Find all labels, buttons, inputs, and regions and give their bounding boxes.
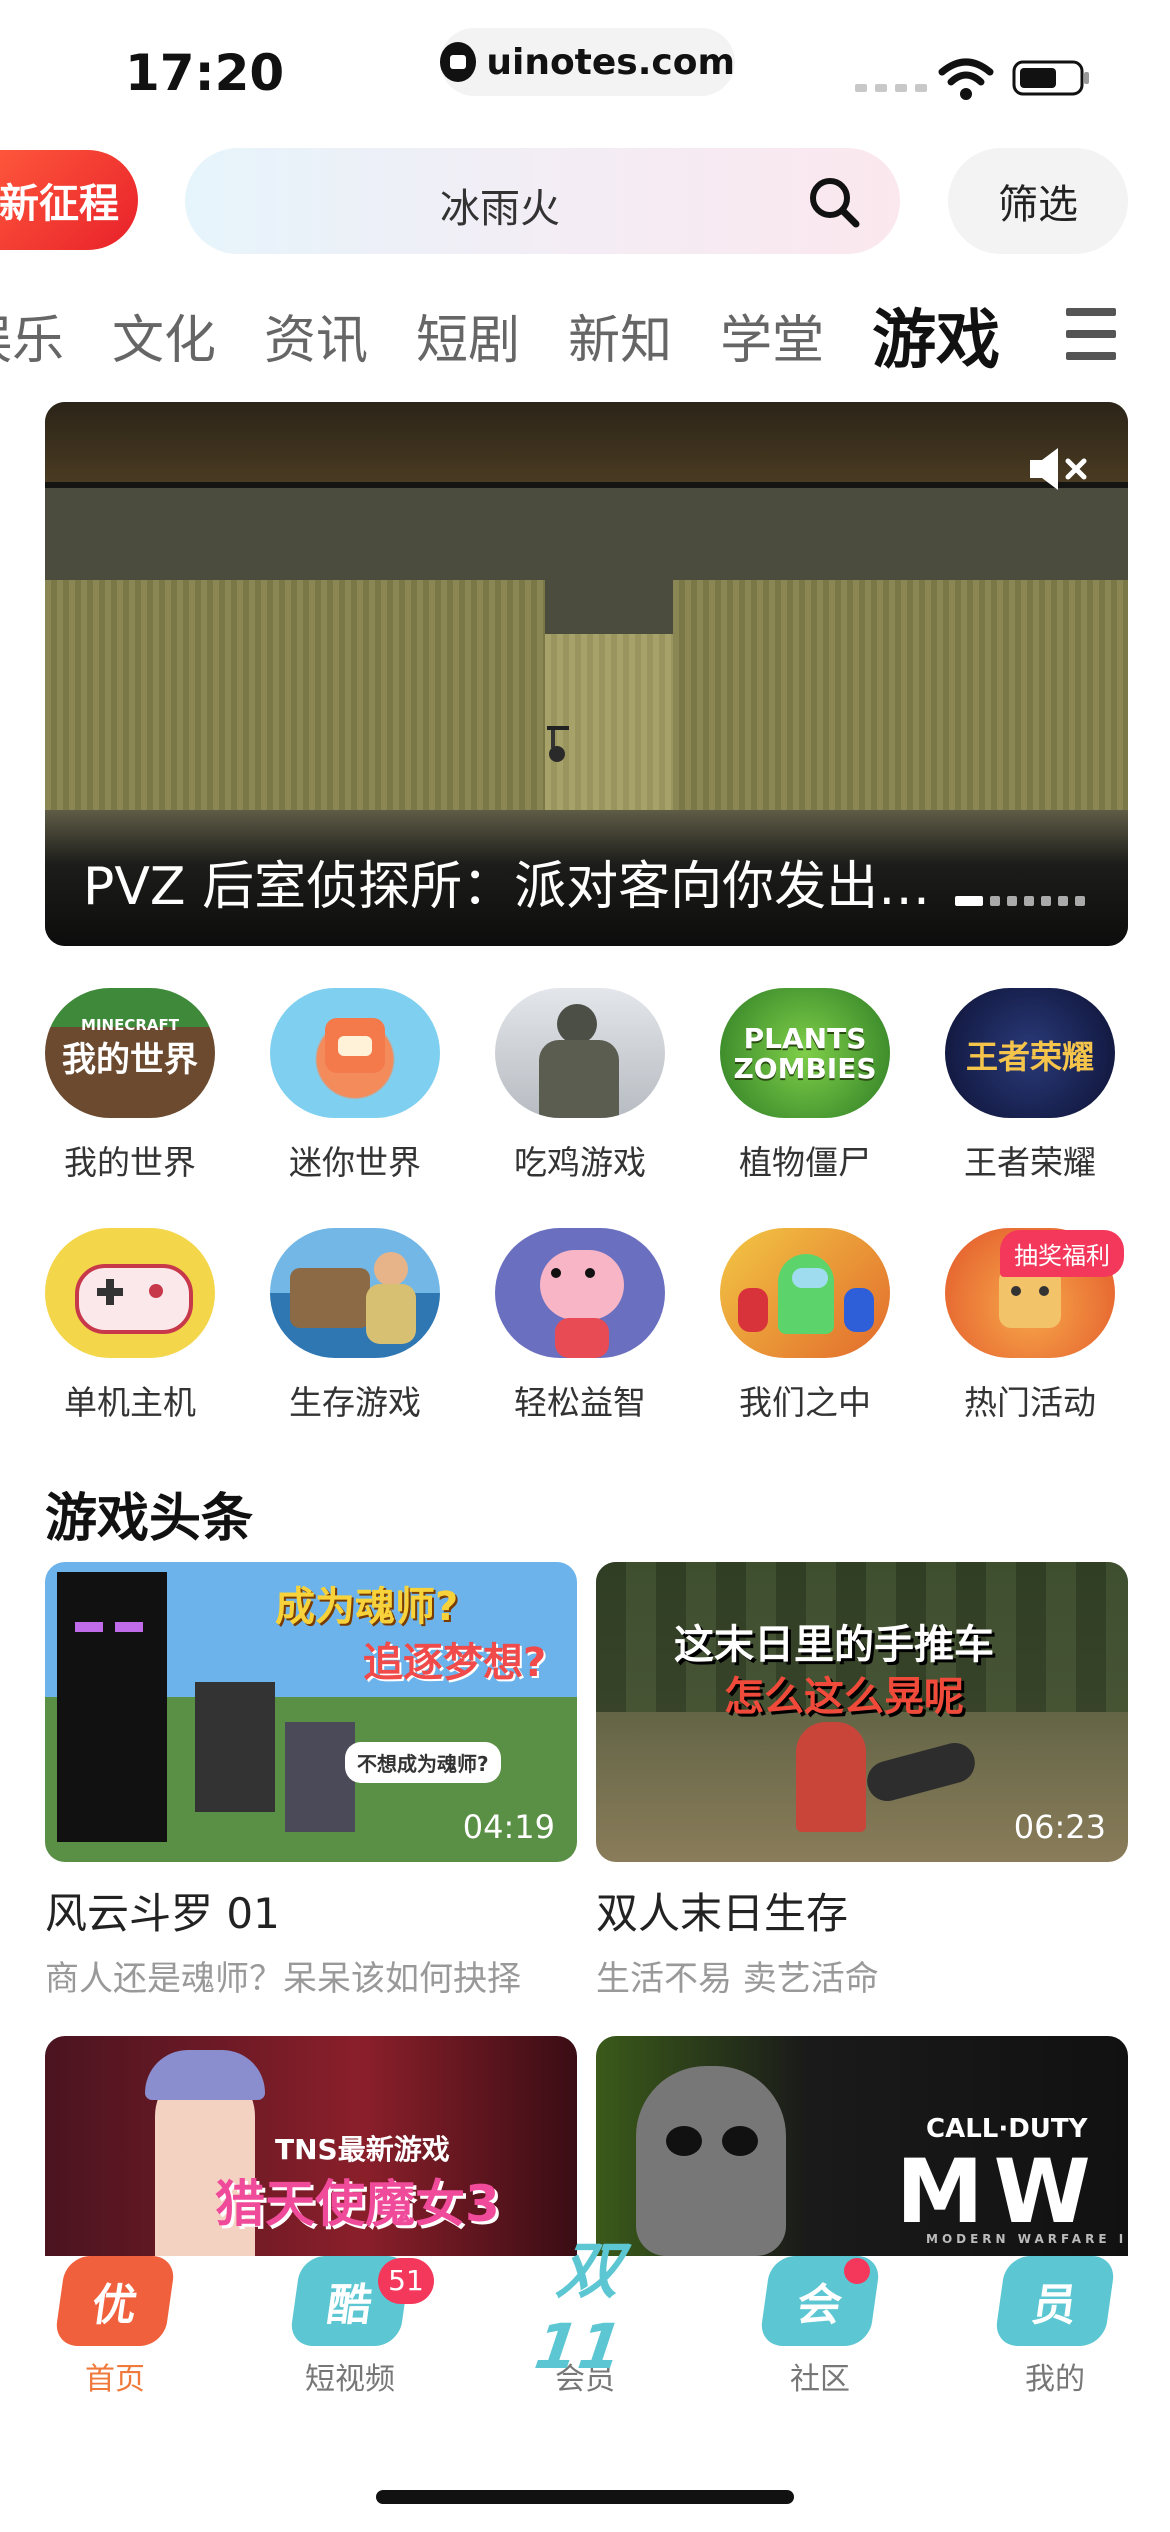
tab-games[interactable]: 游戏: [872, 289, 1000, 381]
category-puzzle[interactable]: 轻松益智: [495, 1228, 665, 1424]
video-duration: 06:23: [1013, 1808, 1106, 1846]
short-video-badge: 51: [378, 2258, 434, 2304]
home-icon: 优: [53, 2256, 177, 2346]
community-dot-badge: [844, 2258, 870, 2284]
mute-icon[interactable]: [1026, 444, 1092, 494]
video-title: 风云斗罗 01: [45, 1889, 280, 1938]
video-thumbnail: 成为魂师? 追逐梦想? 不想成为魂师? 04:19: [45, 1562, 577, 1862]
video-card[interactable]: CALL·DUTY MW MODERN WARFARE II: [596, 2036, 1128, 2256]
video-thumbnail: 这末日里的手推车 怎么这么晃呢 06:23: [596, 1562, 1128, 1862]
video-subtitle: 生活不易 卖艺活命: [596, 1959, 879, 1999]
section-title: 游戏头条: [45, 1489, 254, 1549]
tab-knowledge[interactable]: 新知: [568, 298, 672, 373]
site-logo-icon: [440, 42, 477, 82]
banner-title: PVZ 后室侦探所：派对客向你发出…: [83, 857, 931, 917]
video-thumbnail: CALL·DUTY MW MODERN WARFARE II: [596, 2036, 1128, 2256]
category-pubg[interactable]: 吃鸡游戏: [495, 988, 665, 1184]
category-pvz[interactable]: PLANTS ZOMBIES 植物僵尸: [720, 988, 890, 1184]
video-card[interactable]: 成为魂师? 追逐梦想? 不想成为魂师? 04:19 风云斗罗 01 商人还是魂师…: [45, 1562, 577, 2000]
video-duration: 04:19: [462, 1808, 555, 1846]
nav-home[interactable]: 优 首页: [40, 2256, 190, 2398]
carousel-dots: [955, 896, 1085, 906]
tab-entertainment[interactable]: 娱乐: [0, 298, 64, 373]
category-survival[interactable]: 生存游戏: [270, 1228, 440, 1424]
home-indicator[interactable]: [376, 2490, 794, 2504]
prize-badge: 抽奖福利: [1000, 1230, 1124, 1277]
tab-school[interactable]: 学堂: [720, 298, 824, 373]
hero-banner[interactable]: PVZ 后室侦探所：派对客向你发出…: [45, 402, 1128, 946]
nav-profile[interactable]: 员 我的: [980, 2256, 1130, 2398]
tab-culture[interactable]: 文化: [112, 298, 216, 373]
tab-short-drama[interactable]: 短剧: [416, 298, 520, 373]
filter-button[interactable]: 筛选: [948, 148, 1128, 254]
cart-icon: [547, 726, 569, 762]
double11-icon: 双11: [530, 2233, 627, 2383]
category-minecraft[interactable]: MINECRAFT 我的世界 我的世界: [45, 988, 215, 1184]
video-card[interactable]: 这末日里的手推车 怎么这么晃呢 06:23 双人末日生存 生活不易 卖艺活命: [596, 1562, 1128, 2000]
profile-icon: 员: [993, 2256, 1117, 2346]
menu-icon[interactable]: [1066, 308, 1116, 364]
search-icon[interactable]: [806, 174, 862, 230]
category-honor-of-kings[interactable]: 王者荣耀 王者荣耀: [945, 988, 1115, 1184]
category-mini-world[interactable]: 迷你世界: [270, 988, 440, 1184]
video-thumbnail: TNS最新游戏 猎天使魔女3: [45, 2036, 577, 2256]
url-bar[interactable]: uinotes.com: [440, 28, 735, 96]
nav-member[interactable]: 双11 会员: [510, 2233, 660, 2398]
category-console[interactable]: 单机主机: [45, 1228, 215, 1424]
url-text: uinotes.com: [486, 41, 735, 83]
video-subtitle: 商人还是魂师？呆呆该如何抉择: [45, 1959, 521, 1999]
status-time: 17:20: [125, 44, 285, 102]
signal-icon: [855, 84, 927, 92]
tab-news[interactable]: 资讯: [264, 298, 368, 373]
nav-community[interactable]: 会 社区: [745, 2256, 895, 2398]
search-bar[interactable]: 冰雨火: [185, 148, 900, 254]
category-among-us[interactable]: 我们之中: [720, 1228, 890, 1424]
battery-icon: [1012, 60, 1089, 96]
category-tabs: 娱乐 文化 资讯 短剧 新知 学堂 游戏: [0, 295, 1048, 378]
wifi-icon: [938, 58, 994, 100]
campaign-tag[interactable]: 新征程: [0, 150, 138, 250]
video-title: 双人末日生存: [596, 1889, 849, 1938]
search-query: 冰雨火: [440, 186, 560, 232]
video-card[interactable]: TNS最新游戏 猎天使魔女3: [45, 2036, 577, 2256]
